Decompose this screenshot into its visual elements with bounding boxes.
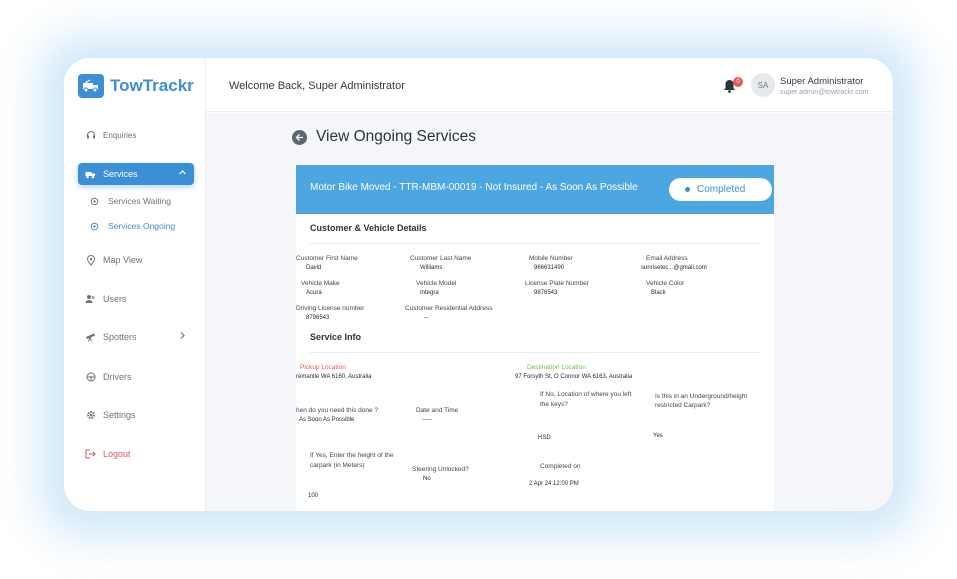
logout-icon xyxy=(85,449,96,460)
collapse-sidebar-icon[interactable]: ‹ xyxy=(187,78,191,90)
section-title-service: Service Info xyxy=(310,332,362,342)
sidebar-item-map-view[interactable]: Map View xyxy=(78,249,194,271)
sidebar-item-label: Services xyxy=(103,169,138,179)
avatar[interactable]: SA xyxy=(751,73,775,97)
field-label: hen do you need this done ? xyxy=(296,407,379,414)
chevron-up-icon xyxy=(178,168,187,179)
user-name[interactable]: Super Administrator xyxy=(780,76,863,87)
field-label: Vehicle Color xyxy=(646,280,685,287)
sidebar-item-settings[interactable]: Settings xyxy=(78,404,194,426)
back-arrow-icon[interactable] xyxy=(292,130,307,145)
tow-truck-icon xyxy=(85,169,96,180)
users-icon xyxy=(85,294,96,305)
steering-wheel-icon xyxy=(85,372,96,383)
gear-icon xyxy=(85,410,96,421)
field-value: 966631490 xyxy=(534,265,565,271)
sidebar-subitem-label: Services Waiting xyxy=(108,196,171,206)
map-pin-icon xyxy=(85,254,96,266)
field-value: 8796543 xyxy=(306,315,330,321)
field-value: Yes xyxy=(653,433,663,439)
welcome-message: Welcome Back, Super Administrator xyxy=(229,80,405,92)
app-window: TowTrackr ‹ Enquiries Services Services … xyxy=(64,58,893,511)
field-label: Mobile Number xyxy=(529,255,574,262)
field-label: Steering Unlocked? xyxy=(412,466,469,473)
sidebar-item-spotters[interactable]: Spotters xyxy=(78,326,194,348)
sidebar-item-logout[interactable]: Logout xyxy=(78,443,194,465)
field-label: Is this in an Underground/height xyxy=(655,393,748,400)
app-name: TowTrackr xyxy=(110,76,194,95)
field-value: Integra xyxy=(420,290,439,296)
sidebar-subitem-services-ongoing[interactable]: Services Ongoing xyxy=(90,218,175,234)
field-label: License Plate Number xyxy=(525,280,589,287)
divider xyxy=(310,243,760,244)
service-header: Motor Bike Moved - TTR-MBM-00019 - Not I… xyxy=(296,165,774,214)
field-label: Customer First Name xyxy=(296,255,358,262)
field-label: restricted Carpark? xyxy=(655,402,711,409)
field-value: 100 xyxy=(308,493,319,499)
stage: TowTrackr ‹ Enquiries Services Services … xyxy=(0,0,957,579)
notification-badge: 0 xyxy=(733,77,743,87)
field-label: the keys? xyxy=(540,401,568,408)
destination-label: Destination Location xyxy=(527,364,586,371)
sidebar-subitem-services-waiting[interactable]: Services Waiting xyxy=(90,193,171,209)
sidebar-item-label: Enquiries xyxy=(103,130,137,140)
sidebar-item-enquiries[interactable]: Enquiries xyxy=(78,124,194,146)
status-label: Completed xyxy=(697,184,746,195)
sidebar: TowTrackr ‹ Enquiries Services Services … xyxy=(64,58,206,511)
field-label: Date and Time xyxy=(416,407,459,414)
field-value: HSD xyxy=(538,435,551,441)
service-details-card: Motor Bike Moved - TTR-MBM-00019 - Not I… xyxy=(296,165,774,511)
field-value: ----- xyxy=(422,417,432,423)
field-value: As Soon As Possible xyxy=(299,417,355,423)
status-badge: Completed xyxy=(669,178,772,201)
field-value: 9876543 xyxy=(534,290,558,296)
service-title: Motor Bike Moved - TTR-MBM-00019 - Not I… xyxy=(310,182,638,193)
field-value: 2 Apr 24 12:00 PM xyxy=(529,481,579,487)
field-value: David xyxy=(306,265,322,271)
sidebar-item-services[interactable]: Services xyxy=(78,163,194,185)
sidebar-item-label: Users xyxy=(103,294,127,304)
pickup-label: Pickup Location xyxy=(300,364,346,371)
top-bar: Welcome Back, Super Administrator 0 SA S… xyxy=(206,58,893,112)
tow-truck-icon xyxy=(78,74,104,98)
telescope-icon xyxy=(85,332,96,343)
gear-icon xyxy=(90,221,100,231)
field-label: Customer Residential Address xyxy=(405,305,493,312)
sidebar-item-label: Spotters xyxy=(103,332,137,342)
sidebar-item-label: Settings xyxy=(103,410,136,420)
field-value: Acura xyxy=(306,290,322,296)
field-label: Driving License number xyxy=(296,305,365,312)
field-label: Vehicle Model xyxy=(416,280,457,287)
headset-icon xyxy=(85,130,96,141)
field-label: Email Address xyxy=(646,255,688,262)
user-email: super.admin@towtrackr.com xyxy=(780,89,869,96)
field-label: If No, Location of where you left xyxy=(540,391,632,398)
field-label: Customer Last Name xyxy=(410,255,472,262)
field-value: -- xyxy=(424,315,428,321)
app-logo[interactable]: TowTrackr xyxy=(78,74,194,98)
section-title-customer: Customer & Vehicle Details xyxy=(310,223,427,233)
sidebar-item-drivers[interactable]: Drivers xyxy=(78,366,194,388)
destination-value: 97 Forsyth St, O Connor WA 6163, Austral… xyxy=(515,374,633,380)
field-value: Black xyxy=(651,290,666,296)
field-value: No xyxy=(423,476,431,482)
field-label: Completed on xyxy=(540,463,581,470)
sidebar-item-label: Map View xyxy=(103,255,143,265)
sidebar-item-users[interactable]: Users xyxy=(78,288,194,310)
pickup-value: remantle WA 6160, Australia xyxy=(296,374,372,380)
sidebar-item-label: Drivers xyxy=(103,372,132,382)
divider xyxy=(310,352,760,353)
field-label: If Yes, Enter the height of the xyxy=(310,452,394,459)
gear-icon xyxy=(90,196,100,206)
sidebar-item-label: Logout xyxy=(103,449,131,459)
field-label: carpark (in Meters) xyxy=(310,462,365,469)
status-dot-icon xyxy=(685,187,690,192)
main-content: View Ongoing Services Motor Bike Moved -… xyxy=(206,113,893,511)
field-value: Williams xyxy=(420,265,443,271)
sidebar-subitem-label: Services Ongoing xyxy=(108,221,176,231)
field-value: sunrisetec...@gmail.com xyxy=(641,265,707,271)
field-label: Vehicle Make xyxy=(301,280,340,287)
chevron-right-icon xyxy=(178,331,187,342)
page-title: View Ongoing Services xyxy=(316,128,476,145)
